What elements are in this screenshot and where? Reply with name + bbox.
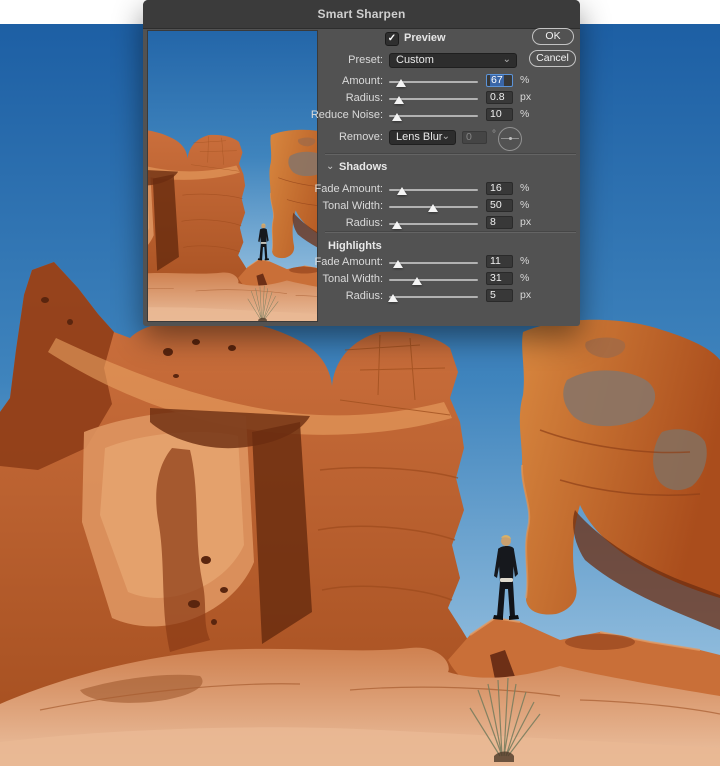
highlights-fade-label: Fade Amount: [314, 256, 384, 268]
highlights-fade-unit: % [520, 255, 530, 267]
highlights-tonal-row: Tonal Width: 31 % [143, 272, 580, 288]
amount-row: Amount: 67 % [143, 74, 580, 90]
angle-dial[interactable] [498, 127, 522, 151]
dialog-title: Smart Sharpen [317, 7, 406, 21]
highlights-divider [325, 232, 576, 233]
highlights-radius-slider-thumb[interactable] [388, 294, 399, 302]
shadows-tonal-value: 50 [490, 199, 502, 211]
shadows-radius-label: Radius: [345, 217, 383, 229]
highlights-fade-input[interactable]: 11 [486, 255, 513, 268]
remove-row: Remove: Lens Blur ⌄ 0 ° [143, 127, 580, 151]
shadows-tonal-row: Tonal Width: 50 % [143, 199, 580, 215]
highlights-radius-value: 5 [490, 289, 496, 301]
highlights-radius-label: Radius: [345, 290, 383, 302]
shadows-fade-slider[interactable] [389, 187, 478, 195]
amount-label: Amount: [342, 75, 383, 87]
checkmark-icon: ✓ [387, 33, 397, 44]
highlights-radius-input[interactable]: 5 [486, 289, 513, 302]
radius-input[interactable]: 0.8 [486, 91, 513, 104]
right-boulder [519, 319, 720, 630]
highlights-fade-row: Fade Amount: 11 % [143, 255, 580, 271]
shadows-tonal-slider-thumb[interactable] [427, 204, 438, 212]
amount-value: 67 [490, 74, 504, 86]
chevron-down-icon: ⌄ [502, 54, 511, 65]
shadows-tonal-label: Tonal Width: [322, 200, 383, 212]
ok-button[interactable]: OK [532, 28, 574, 45]
highlights-section-title[interactable]: Highlights [328, 240, 382, 252]
shadows-radius-slider[interactable] [389, 221, 478, 229]
shadows-fade-unit: % [520, 182, 530, 194]
reduce-noise-label: Reduce Noise: [310, 109, 383, 121]
radius-slider[interactable] [389, 96, 478, 104]
shadows-divider [325, 154, 576, 155]
preset-dropdown[interactable]: Custom ⌄ [389, 53, 517, 68]
shadows-collapse-chevron-icon[interactable]: ⌄ [326, 161, 334, 173]
preset-label: Preset: [348, 54, 383, 66]
highlights-fade-value: 11 [490, 255, 501, 267]
highlights-tonal-slider[interactable] [389, 277, 478, 285]
angle-value: 0 [466, 131, 472, 143]
remove-label: Remove: [338, 131, 383, 143]
preset-row: Preset: Custom ⌄ [143, 53, 580, 69]
dialog-titlebar[interactable]: Smart Sharpen [143, 0, 580, 29]
radius-row: Radius: 0.8 px [143, 91, 580, 107]
remove-dropdown[interactable]: Lens Blur ⌄ [389, 130, 456, 145]
shadows-fade-input[interactable]: 16 [486, 182, 513, 195]
reduce-noise-slider-thumb[interactable] [392, 113, 402, 121]
preview-checkbox[interactable]: ✓ [385, 32, 399, 46]
radius-label: Radius: [345, 92, 383, 104]
reduce-noise-input[interactable]: 10 [486, 108, 513, 121]
amount-input[interactable]: 67 [486, 74, 513, 87]
screenshot-root: Smart Sharpen ✓ Preview OK Cancel Preset… [0, 0, 720, 766]
radius-unit: px [520, 91, 532, 103]
shadows-radius-slider-thumb[interactable] [392, 221, 402, 229]
reduce-noise-unit: % [520, 108, 530, 120]
highlights-radius-unit: px [520, 289, 532, 301]
amount-unit: % [520, 74, 530, 86]
highlights-tonal-input[interactable]: 31 [486, 272, 513, 285]
shadows-tonal-input[interactable]: 50 [486, 199, 513, 212]
shadows-section-title[interactable]: Shadows [339, 161, 387, 173]
highlights-radius-slider[interactable] [388, 294, 478, 302]
highlights-fade-slider[interactable] [389, 260, 478, 268]
shadows-fade-row: Fade Amount: 16 % [143, 182, 580, 198]
amount-slider-thumb[interactable] [396, 79, 407, 87]
preview-checkbox-label: Preview [404, 32, 446, 44]
highlights-tonal-slider-thumb[interactable] [411, 277, 422, 285]
shadows-tonal-unit: % [520, 199, 530, 211]
angle-input[interactable]: 0 [462, 131, 487, 144]
amount-slider[interactable] [389, 79, 478, 87]
reduce-noise-slider[interactable] [389, 113, 478, 121]
reduce-noise-value: 10 [490, 108, 502, 120]
radius-value: 0.8 [490, 91, 505, 103]
highlights-tonal-value: 31 [490, 272, 502, 284]
shadows-fade-value: 16 [490, 182, 502, 194]
highlights-tonal-unit: % [520, 272, 530, 284]
shadows-radius-unit: px [520, 216, 532, 228]
shadows-radius-value: 8 [490, 216, 496, 228]
preset-value: Custom [396, 54, 434, 66]
highlights-radius-row: Radius: 5 px [143, 289, 580, 305]
shadows-radius-row: Radius: 8 px [143, 216, 580, 232]
highlights-tonal-label: Tonal Width: [322, 273, 383, 285]
highlights-fade-slider-thumb[interactable] [392, 260, 403, 268]
shadows-radius-input[interactable]: 8 [486, 216, 513, 229]
shadows-tonal-slider[interactable] [389, 204, 478, 212]
smart-sharpen-dialog: Smart Sharpen ✓ Preview OK Cancel Preset… [143, 0, 580, 326]
remove-value: Lens Blur [396, 131, 443, 143]
radius-slider-thumb[interactable] [393, 96, 404, 104]
degree-symbol: ° [492, 129, 496, 140]
shadows-fade-label: Fade Amount: [314, 183, 384, 195]
chevron-down-icon: ⌄ [441, 131, 450, 142]
reduce-noise-row: Reduce Noise: 10 % [143, 108, 580, 124]
shadows-fade-slider-thumb[interactable] [397, 187, 408, 195]
